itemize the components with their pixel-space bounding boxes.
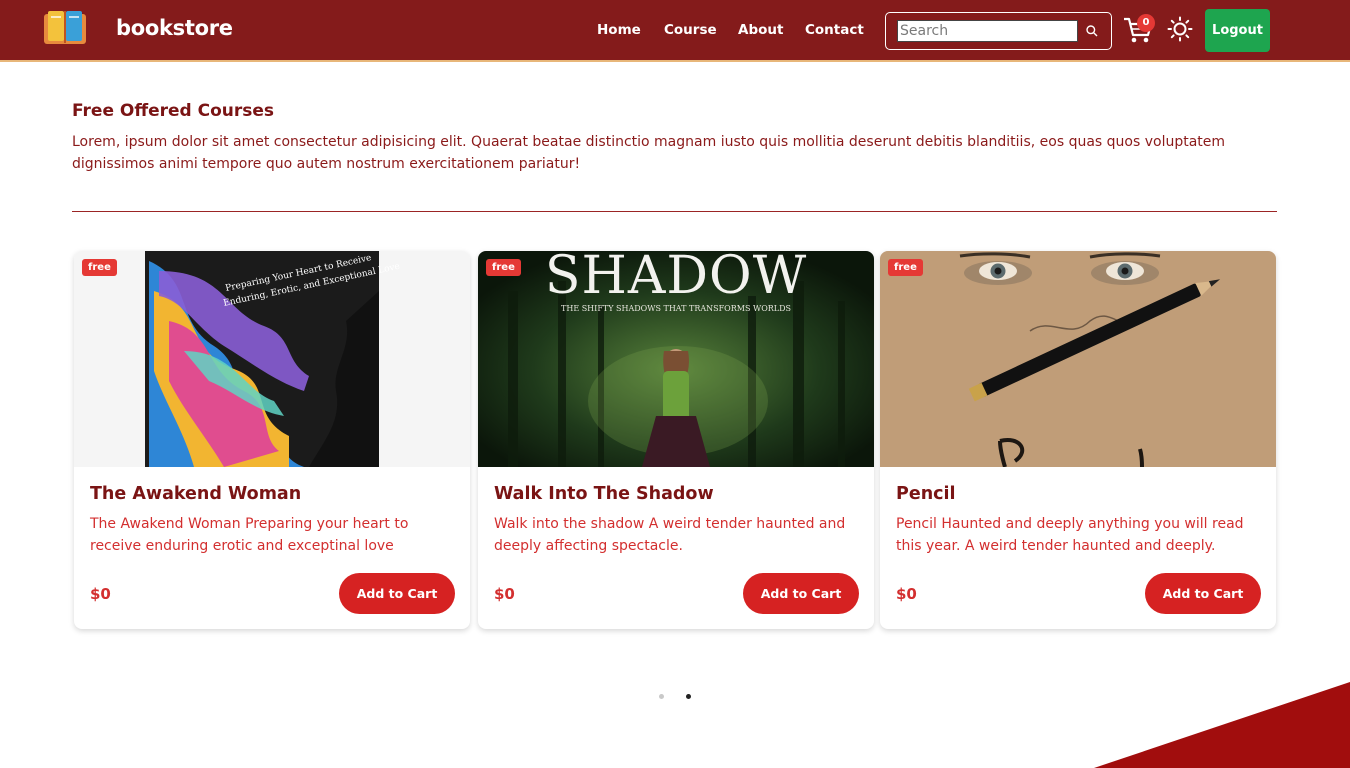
nav-home-link[interactable]: Home <box>597 22 641 38</box>
search-input[interactable] <box>897 20 1078 42</box>
book-logo-icon[interactable] <box>42 8 88 46</box>
card-price: $0 <box>494 585 515 603</box>
section-title: Free Offered Courses <box>72 101 275 121</box>
cart-count-badge: 0 <box>1137 14 1155 32</box>
pencil-cover-art <box>880 251 1276 467</box>
search-icon[interactable] <box>1085 24 1099 38</box>
logout-button[interactable]: Logout <box>1205 9 1270 52</box>
card-title: Walk Into The Shadow <box>494 484 714 504</box>
free-badge: free <box>888 259 923 276</box>
free-badge: free <box>82 259 117 276</box>
sun-theme-toggle-icon[interactable] <box>1167 16 1193 42</box>
card-price: $0 <box>896 585 917 603</box>
card-description: The Awakend Woman Preparing your heart t… <box>90 516 409 554</box>
add-to-cart-button[interactable]: Add to Cart <box>743 573 859 614</box>
brand-name[interactable]: bookstore <box>116 16 233 40</box>
add-to-cart-button[interactable]: Add to Cart <box>1145 573 1261 614</box>
card-description: Walk into the shadow A weird tender haun… <box>494 516 846 554</box>
cover-title: SHADOW <box>545 251 807 306</box>
cover-subtitle: THE SHIFTY SHADOWS THAT TRANSFORMS WORLD… <box>561 304 791 313</box>
card-title: The Awakend Woman <box>90 484 302 504</box>
book-cover-image: free <box>880 251 1276 467</box>
course-card[interactable]: Preparing Your Heart to Receive Enduring… <box>74 251 470 629</box>
add-to-cart-button[interactable]: Add to Cart <box>339 573 455 614</box>
decorative-corner-shape <box>1094 682 1350 768</box>
course-card[interactable]: free Pencil Pencil Haunted and deeply an… <box>880 251 1276 629</box>
section-description: Lorem, ipsum dolor sit amet consectetur … <box>72 134 1226 172</box>
navbar: bookstore Home Course About Contact 0 Lo… <box>0 0 1350 62</box>
nav-contact-link[interactable]: Contact <box>805 22 864 38</box>
book-cover-image: SHADOW THE SHIFTY SHADOWS THAT TRANSFORM… <box>478 251 874 467</box>
carousel-dot-2-active[interactable] <box>686 694 691 699</box>
book-cover-image: Preparing Your Heart to Receive Enduring… <box>74 251 470 467</box>
card-title: Pencil <box>896 484 956 504</box>
carousel-dot-1[interactable] <box>659 694 664 699</box>
course-card[interactable]: SHADOW THE SHIFTY SHADOWS THAT TRANSFORM… <box>478 251 874 629</box>
section-divider <box>72 211 1277 212</box>
card-price: $0 <box>90 585 111 603</box>
card-description: Pencil Haunted and deeply anything you w… <box>896 516 1244 554</box>
free-badge: free <box>486 259 521 276</box>
search-box <box>885 12 1112 50</box>
shadow-cover-art: SHADOW THE SHIFTY SHADOWS THAT TRANSFORM… <box>478 251 874 467</box>
nav-about-link[interactable]: About <box>738 22 783 38</box>
awakend-woman-cover-art: Preparing Your Heart to Receive Enduring… <box>74 251 470 467</box>
nav-course-link[interactable]: Course <box>664 22 717 38</box>
